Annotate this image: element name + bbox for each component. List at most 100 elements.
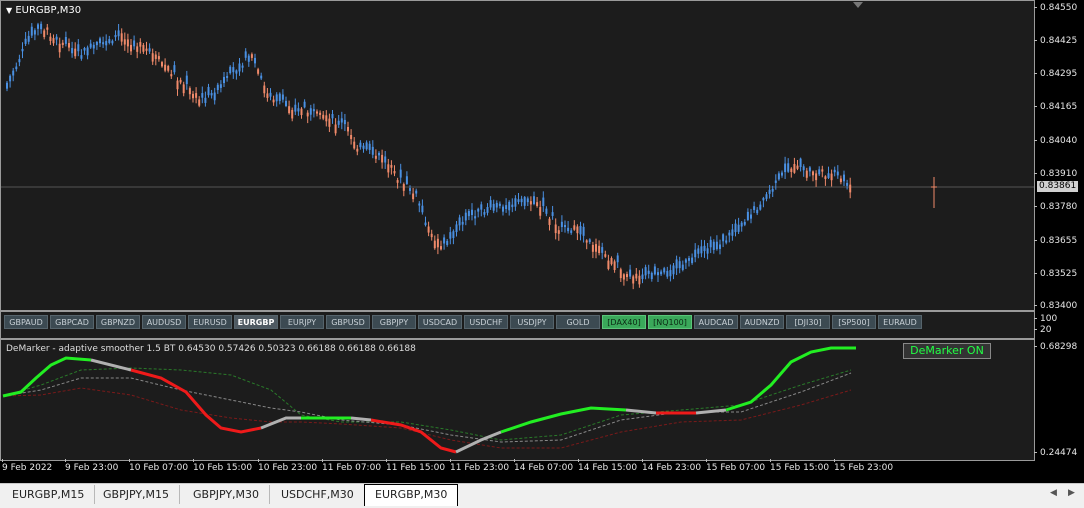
time-label: 9 Feb 23:00 <box>65 459 119 473</box>
candle <box>712 239 715 254</box>
smoother-down <box>370 418 457 454</box>
candle <box>154 51 157 66</box>
candle <box>381 149 384 169</box>
candle <box>619 267 622 282</box>
chart-tab[interactable]: GBPJPY,M30 <box>183 485 271 504</box>
symbol-button-gbpaud[interactable]: GBPAUD <box>4 315 48 329</box>
candle <box>514 195 517 211</box>
candle <box>316 109 318 117</box>
candle <box>303 99 306 109</box>
chart-tab[interactable]: USDCHF,M30 <box>271 485 365 504</box>
candle <box>415 188 418 197</box>
symbol-button-gbpjpy[interactable]: GBPJPY <box>372 315 416 329</box>
candle <box>526 196 529 206</box>
candle <box>285 96 287 108</box>
candle <box>846 179 849 190</box>
symbol-button-sp500[interactable]: [SP500] <box>832 315 876 329</box>
candle <box>371 140 374 159</box>
candle <box>384 150 387 169</box>
candle <box>164 58 167 73</box>
scroll-right-icon[interactable]: ▶ <box>1068 488 1075 498</box>
candle <box>709 236 712 254</box>
chart-tab[interactable]: EURGBP,M30 <box>364 484 459 506</box>
symbol-button-usdchf[interactable]: USDCHF <box>464 315 508 329</box>
candle <box>105 34 108 51</box>
smoother-neutral <box>350 416 372 422</box>
symbol-button-gbpusd[interactable]: GBPUSD <box>326 315 370 329</box>
chart-tab[interactable]: EURGBP,M15 <box>2 485 96 504</box>
main-chart-pane[interactable]: ▼ EURGBP,M30 <box>0 0 1035 311</box>
candle <box>142 43 145 54</box>
candle <box>613 259 616 273</box>
candle <box>216 82 219 94</box>
candle <box>263 81 266 98</box>
candle <box>151 48 154 65</box>
candle <box>743 219 746 227</box>
time-label: 14 Feb 07:00 <box>514 459 574 473</box>
candle <box>502 204 504 216</box>
candle <box>71 41 74 58</box>
candle <box>77 39 80 57</box>
price-axis[interactable]: 0.84550 0.84425 0.84295 0.84165 0.84040 … <box>1033 0 1084 311</box>
symbol-button-audnzd[interactable]: AUDNZD <box>740 315 784 329</box>
candle <box>564 220 566 233</box>
candle <box>703 240 706 258</box>
chart-tab[interactable]: GBPJPY,M15 <box>93 485 181 504</box>
candle <box>799 157 802 172</box>
indicator-pane[interactable]: DeMarker - adaptive smoother 1.5 BT 0.64… <box>0 339 1035 461</box>
candle <box>669 264 672 282</box>
symbol-button-eurgbp[interactable]: EURGBP <box>234 315 278 329</box>
candle <box>579 221 582 241</box>
candle <box>542 191 545 212</box>
candle <box>40 21 43 34</box>
candle <box>219 80 222 93</box>
candle <box>697 245 700 259</box>
candle <box>440 240 442 251</box>
candle <box>728 230 731 243</box>
symbol-button-audcad[interactable]: AUDCAD <box>694 315 738 329</box>
time-axis[interactable]: 9 Feb 2022 9 Feb 23:00 10 Feb 07:00 10 Feb … <box>0 459 1035 483</box>
symbol-button-eurusd[interactable]: EURUSD <box>188 315 232 329</box>
symbol-button-audusd[interactable]: AUDUSD <box>142 315 186 329</box>
candle <box>201 86 204 104</box>
indicator-bottom-tick: 0.24474 <box>1033 448 1078 458</box>
candle <box>731 224 734 241</box>
time-label: 14 Feb 15:00 <box>578 459 638 473</box>
candle <box>362 142 365 153</box>
candle <box>545 206 548 217</box>
candle <box>195 87 198 104</box>
candle <box>781 170 783 178</box>
candle <box>511 198 514 213</box>
symbol-button-euraud[interactable]: EURAUD <box>878 315 922 329</box>
candle <box>750 208 752 224</box>
candle <box>148 43 151 54</box>
symbol-button-dax40[interactable]: [DAX40] <box>602 315 646 329</box>
symbol-button-usdcad[interactable]: USDCAD <box>418 315 462 329</box>
candle <box>130 38 132 56</box>
candle <box>548 216 551 231</box>
candle <box>58 37 61 58</box>
candle <box>570 228 573 235</box>
candle <box>588 238 591 245</box>
symbol-button-nq100[interactable]: [NQ100] <box>648 315 692 329</box>
symbol-button-eurjpy[interactable]: EURJPY <box>280 315 324 329</box>
scroll-left-icon[interactable]: ◀ <box>1050 488 1057 498</box>
candle <box>585 239 588 250</box>
candle <box>843 170 845 186</box>
candle <box>793 157 796 174</box>
candle <box>483 209 486 218</box>
symbol-button-gbpcad[interactable]: GBPCAD <box>50 315 94 329</box>
symbol-button-usdjpy[interactable]: USDJPY <box>510 315 554 329</box>
signal-gray <box>2 372 852 443</box>
symbol-button-gbpnzd[interactable]: GBPNZD <box>96 315 140 329</box>
candle <box>746 208 749 222</box>
candle <box>681 260 684 272</box>
candle <box>269 88 272 101</box>
candle <box>560 215 563 232</box>
candle <box>275 92 278 107</box>
symbol-button-gold[interactable]: GOLD <box>556 315 600 329</box>
symbol-button-dji30[interactable]: [DJI30] <box>786 315 830 329</box>
candle <box>740 221 743 232</box>
price-tick: 0.83910 <box>1033 169 1078 179</box>
candle <box>737 217 740 235</box>
